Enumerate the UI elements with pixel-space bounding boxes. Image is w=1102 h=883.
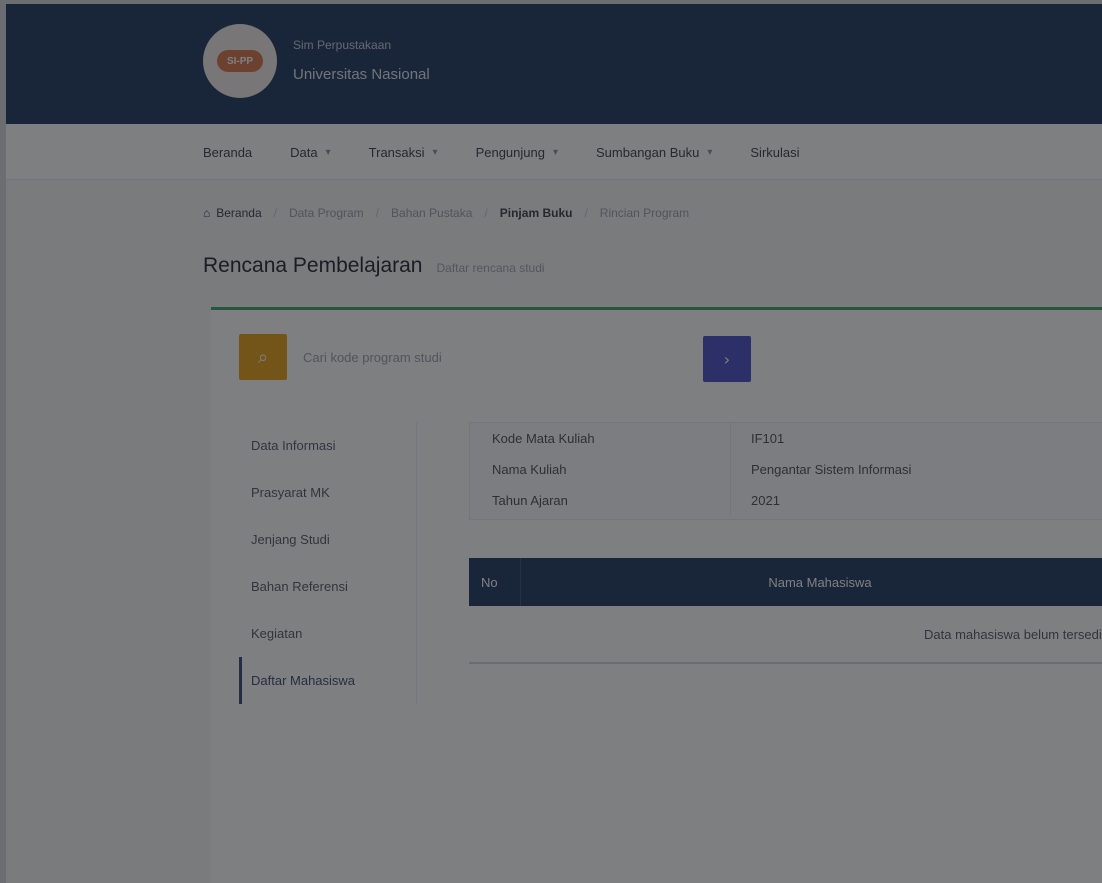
nav-item-label: Sumbangan Buku (596, 144, 700, 160)
logo-mark: SI-PP (217, 50, 263, 72)
info-row: Nama Kuliah Pengantar Sistem Informasi (470, 454, 1102, 485)
main-nav: Beranda Data ▾ Transaksi ▾ Pengunjung ▾ … (6, 124, 1102, 180)
side-item-jenjang[interactable]: Jenjang Studi (239, 516, 416, 563)
nav-item-label: Data (290, 144, 318, 160)
student-table: No Nama Mahasiswa Data mahasiswa belum t… (469, 558, 1102, 664)
home-icon: ⌂ (203, 206, 211, 220)
nav-item-label: Pengunjung (475, 144, 545, 160)
side-menu: Data Informasi Prasyarat MK Jenjang Stud… (239, 422, 417, 704)
breadcrumb-separator: / (484, 206, 488, 220)
side-item-daftar-mahasiswa[interactable]: Daftar Mahasiswa (239, 657, 416, 704)
chevron-down-icon: ▾ (432, 146, 438, 158)
nav-item-sirkulasi[interactable]: Sirkulasi (750, 145, 799, 160)
logo[interactable]: SI-PP (203, 24, 277, 98)
nav-item-label: Sirkulasi (750, 144, 800, 160)
side-item-prasyarat[interactable]: Prasyarat MK (239, 469, 416, 516)
search-input[interactable] (287, 334, 697, 380)
chevron-down-icon: ▾ (325, 146, 331, 158)
column-header-name[interactable]: Nama Mahasiswa (521, 575, 1102, 590)
breadcrumb-separator: / (584, 206, 588, 220)
info-value: 2021 (730, 485, 1102, 516)
info-label: Nama Kuliah (492, 462, 567, 477)
nav-item-label: Beranda (203, 144, 253, 160)
app-frame: SI-PP Sim Perpustakaan Universitas Nasio… (6, 4, 1102, 883)
table-header: No Nama Mahasiswa (469, 558, 1102, 606)
breadcrumb-item[interactable]: Data Program (289, 206, 364, 220)
nav-item-transaksi[interactable]: Transaksi ▾ (369, 145, 438, 160)
info-value: Pengantar Sistem Informasi (730, 454, 1102, 485)
nav-item-sumbangan[interactable]: Sumbangan Buku ▾ (596, 145, 712, 160)
info-label: Kode Mata Kuliah (492, 431, 595, 446)
breadcrumb-item[interactable]: Pinjam Buku (500, 206, 573, 220)
nav-item-beranda[interactable]: Beranda (203, 145, 252, 160)
column-header-no[interactable]: No (469, 558, 521, 606)
chevron-down-icon: ▾ (552, 146, 558, 158)
search-icon: ⌕ (239, 334, 287, 380)
page-subtitle: Daftar rencana studi (436, 261, 545, 275)
side-item-data-informasi[interactable]: Data Informasi (239, 422, 416, 469)
info-value: IF101 (730, 423, 1102, 454)
breadcrumb-item[interactable]: Bahan Pustaka (391, 206, 472, 220)
table-empty-row: Data mahasiswa belum tersedia (469, 606, 1102, 664)
chevron-down-icon: ▾ (707, 146, 713, 158)
info-label: Tahun Ajaran (492, 493, 568, 508)
brand-subtitle: Sim Perpustakaan (293, 38, 392, 52)
search-submit-button[interactable]: › (703, 336, 751, 382)
top-header: SI-PP Sim Perpustakaan Universitas Nasio… (6, 4, 1102, 124)
content-card: ⌕ › Data Informasi Prasyarat MK Jenjang … (211, 307, 1102, 883)
brand: Sim Perpustakaan Universitas Nasional (293, 38, 430, 83)
info-table: Kode Mata Kuliah IF101 Nama Kuliah Penga… (469, 422, 1102, 520)
nav-item-data[interactable]: Data ▾ (290, 145, 331, 160)
breadcrumb: ⌂ Beranda / Data Program / Bahan Pustaka… (203, 206, 689, 220)
breadcrumb-current: Rincian Program (599, 206, 690, 220)
side-item-referensi[interactable]: Bahan Referensi (239, 563, 416, 610)
info-row: Tahun Ajaran 2021 (470, 485, 1102, 516)
screen-edge (0, 0, 6, 883)
nav-item-label: Transaksi (368, 144, 425, 160)
nav-list: Beranda Data ▾ Transaksi ▾ Pengunjung ▾ … (203, 124, 800, 180)
search-bar: ⌕ (239, 334, 759, 380)
side-item-kegiatan[interactable]: Kegiatan (239, 610, 416, 657)
page-title: Rencana Pembelajaran (203, 254, 423, 277)
breadcrumb-home-label: Beranda (216, 206, 262, 220)
breadcrumb-home[interactable]: ⌂ Beranda (203, 206, 262, 220)
info-row: Kode Mata Kuliah IF101 (470, 423, 1102, 454)
brand-title: Universitas Nasional (293, 66, 430, 83)
breadcrumb-separator: / (273, 206, 277, 220)
breadcrumb-separator: / (375, 206, 380, 220)
nav-item-pengunjung[interactable]: Pengunjung ▾ (476, 145, 558, 160)
page-heading: Rencana Pembelajaran Daftar rencana stud… (203, 254, 545, 278)
screen-edge (0, 0, 1102, 4)
